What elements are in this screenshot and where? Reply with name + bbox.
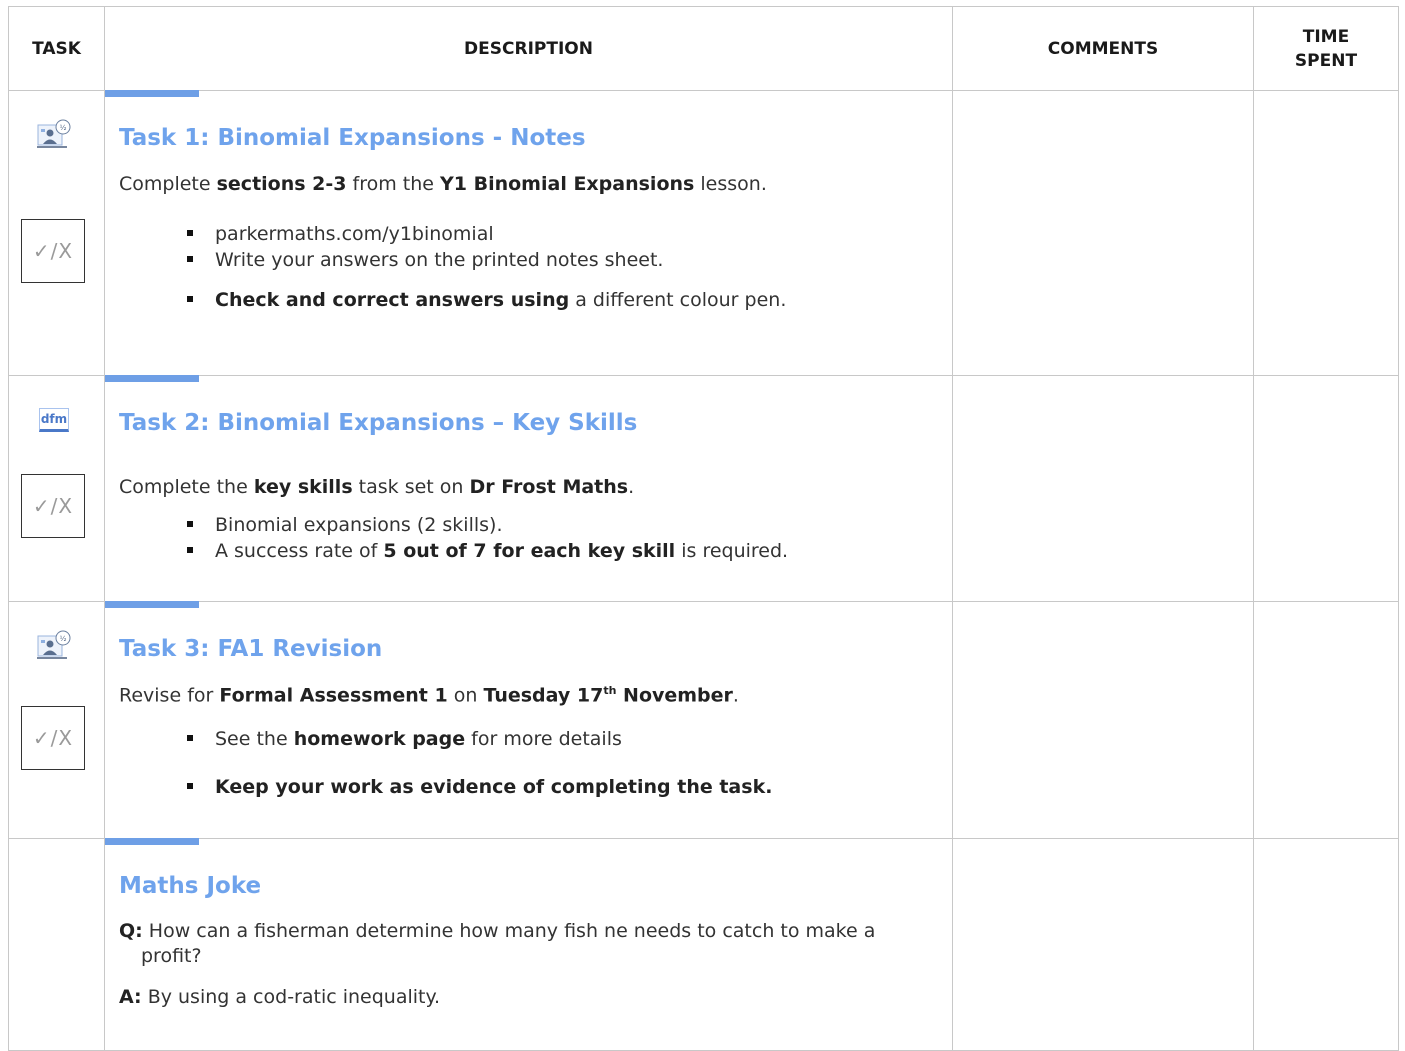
tick-cross-box-1[interactable]: ✓/X	[21, 219, 85, 283]
bullet-item: See the homework page for more details	[187, 726, 938, 752]
joke-task-cell	[8, 838, 105, 1051]
task-bullets-2: Binomial expansions (2 skills). A succes…	[187, 512, 938, 564]
task-title-1: Task 1: Binomial Expansions - Notes	[119, 125, 586, 151]
svg-text:½: ½	[60, 124, 67, 132]
joke-description-cell: Maths Joke Q: How can a fisherman determ…	[104, 838, 953, 1051]
comments-cell-1[interactable]	[952, 90, 1254, 376]
joke-time-cell	[1253, 838, 1399, 1051]
task-bullets-1: parkermaths.com/y1binomial Write your an…	[187, 221, 938, 313]
task-lead-3: Revise for Formal Assessment 1 on Tuesda…	[119, 684, 739, 707]
bullet-item: Binomial expansions (2 skills).	[187, 512, 938, 538]
tick-cross-box-2[interactable]: ✓/X	[21, 474, 85, 538]
dfm-icon: dfm	[39, 408, 69, 432]
task-title-3: Task 3: FA1 Revision	[119, 636, 383, 662]
comments-cell-3[interactable]	[952, 601, 1254, 839]
task-cell-2: dfm ✓/X	[8, 375, 105, 602]
header-comments: COMMENTS	[952, 6, 1254, 91]
task-title-2: Task 2: Binomial Expansions – Key Skills	[119, 410, 638, 436]
task-bullets-3: See the homework page for more details K…	[187, 726, 938, 800]
header-time-line1: TIME	[1302, 26, 1350, 47]
bullet-link-url[interactable]: parkermaths.com/y1binomial	[187, 221, 938, 247]
accent-bar	[105, 601, 199, 608]
description-cell-3: Task 3: FA1 Revision Revise for Formal A…	[104, 601, 953, 839]
accent-bar	[105, 838, 199, 845]
task-lead-2: Complete the key skills task set on Dr F…	[119, 476, 635, 498]
task-row-3: ½ ✓/X Task 3: FA1 Revision Revise for Fo…	[8, 601, 1399, 839]
task-row-2: dfm ✓/X Task 2: Binomial Expansions – Ke…	[8, 375, 1399, 602]
joke-question: Q: How can a fisherman determine how man…	[119, 920, 876, 967]
bullet-item: A success rate of 5 out of 7 for each ke…	[187, 538, 938, 564]
task-lead-1: Complete sections 2-3 from the Y1 Binomi…	[119, 173, 767, 195]
task-table: TASK DESCRIPTION COMMENTS TIME SPENT ½ ✓…	[8, 6, 1399, 1051]
svg-text:½: ½	[60, 635, 67, 643]
header-time-line2: SPENT	[1294, 50, 1358, 71]
description-cell-2: Task 2: Binomial Expansions – Key Skills…	[104, 375, 953, 602]
time-spent-cell-2[interactable]	[1253, 375, 1399, 602]
joke-comments-cell	[952, 838, 1254, 1051]
joke-title: Maths Joke	[119, 873, 262, 899]
header-description: DESCRIPTION	[104, 6, 953, 91]
task-cell-1: ½ ✓/X	[8, 90, 105, 376]
time-spent-cell-1[interactable]	[1253, 90, 1399, 376]
header-time-spent: TIME SPENT	[1253, 6, 1399, 91]
bullet-item: Check and correct answers using a differ…	[187, 287, 938, 313]
description-cell-1: Task 1: Binomial Expansions - Notes Comp…	[104, 90, 953, 376]
joke-answer: A: By using a cod-ratic inequality.	[119, 986, 441, 1008]
joke-row: Maths Joke Q: How can a fisherman determ…	[8, 838, 1399, 1051]
teacher-lesson-icon: ½	[37, 630, 71, 660]
task-row-1: ½ ✓/X Task 1: Binomial Expansions - Note…	[8, 90, 1399, 376]
bullet-item: Keep your work as evidence of completing…	[187, 774, 938, 800]
accent-bar	[105, 90, 199, 97]
bullet-item: Write your answers on the printed notes …	[187, 247, 938, 273]
header-task: TASK	[8, 6, 105, 91]
tick-cross-box-3[interactable]: ✓/X	[21, 706, 85, 770]
accent-bar	[105, 375, 199, 382]
header-row: TASK DESCRIPTION COMMENTS TIME SPENT	[8, 6, 1399, 91]
time-spent-cell-3[interactable]	[1253, 601, 1399, 839]
teacher-lesson-icon: ½	[37, 119, 71, 149]
homework-sheet: TASK DESCRIPTION COMMENTS TIME SPENT ½ ✓…	[8, 6, 1399, 1051]
comments-cell-2[interactable]	[952, 375, 1254, 602]
task-cell-3: ½ ✓/X	[8, 601, 105, 839]
